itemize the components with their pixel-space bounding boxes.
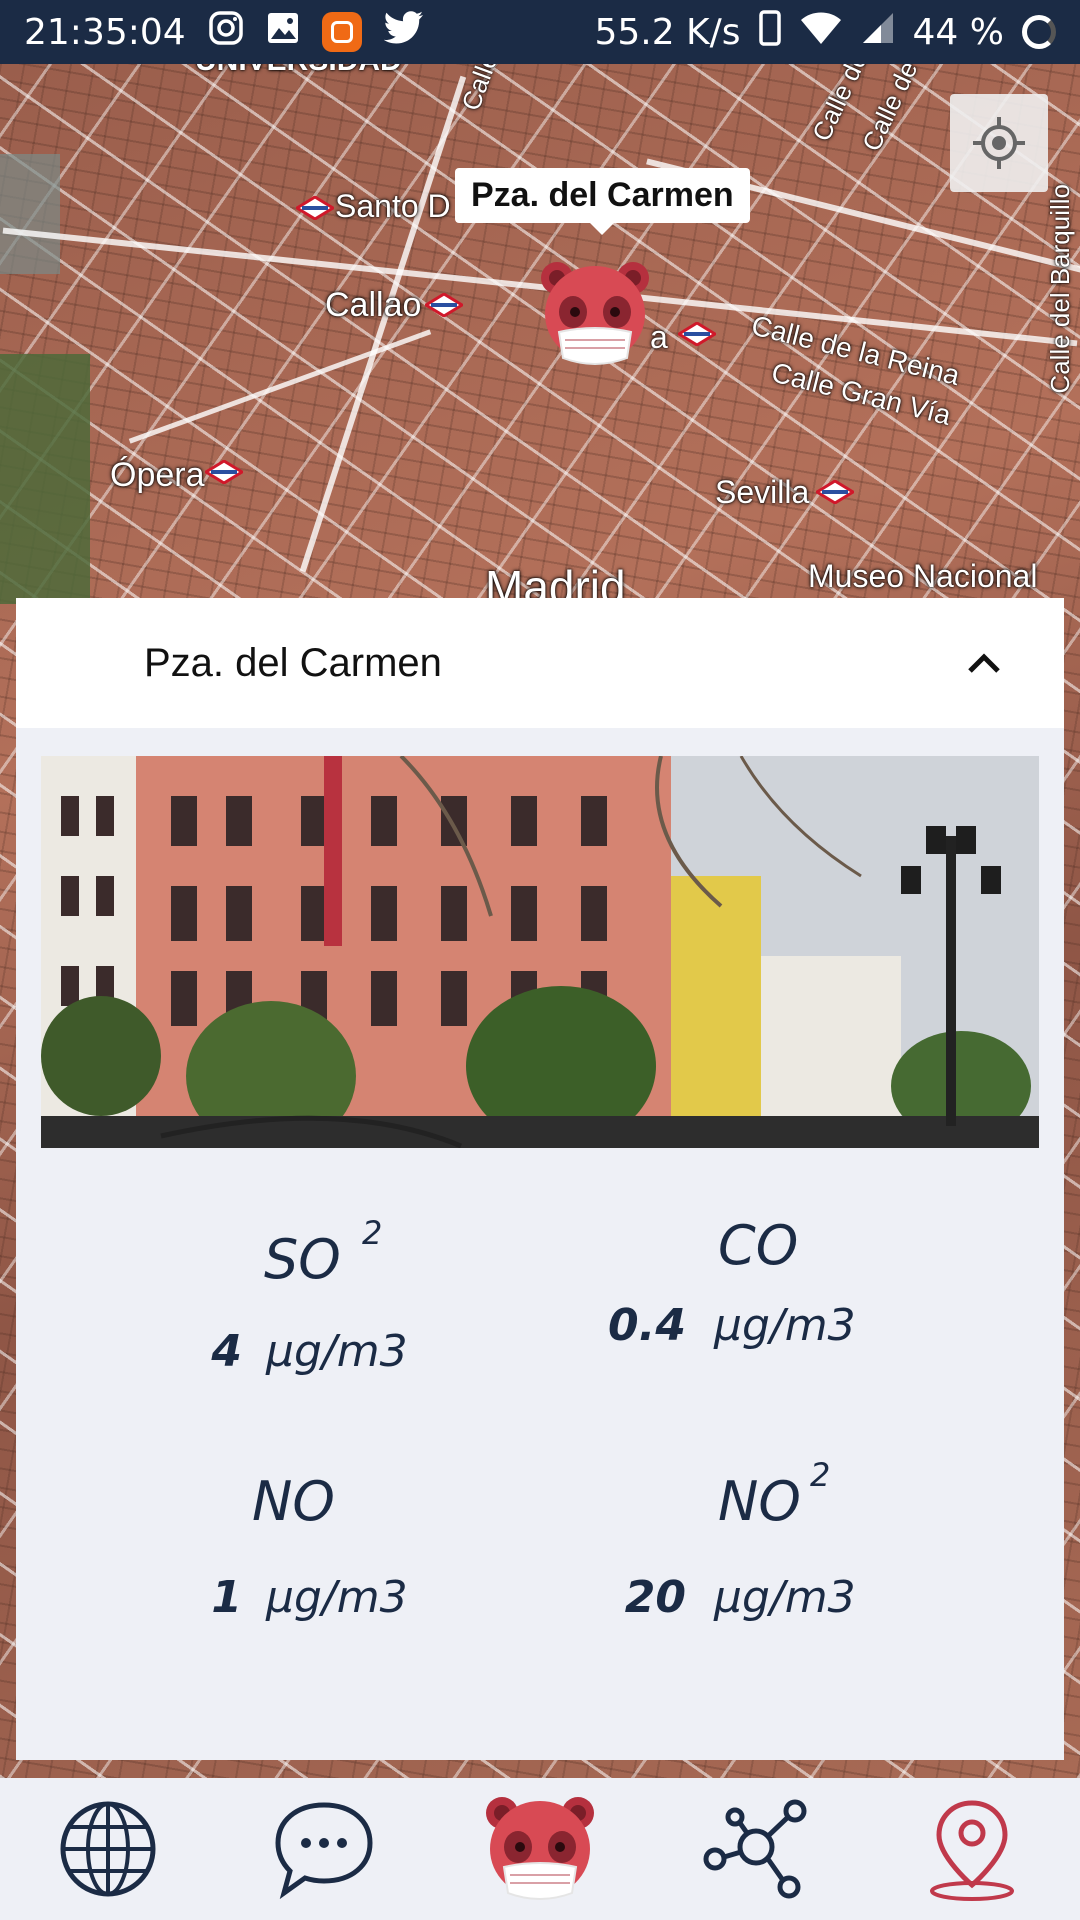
crosshair-icon xyxy=(973,117,1025,169)
nav-chat[interactable] xyxy=(264,1789,384,1909)
metric-unit: μg/m3 xyxy=(266,1326,408,1377)
metro-icon xyxy=(203,459,245,485)
metro-icon xyxy=(676,321,718,347)
metric-unit: μg/m3 xyxy=(714,1572,856,1623)
metric-subscript: 2 xyxy=(362,1214,383,1252)
bear-mascot-icon xyxy=(486,1797,594,1900)
wifi-icon xyxy=(799,11,843,54)
metric-name: SO xyxy=(264,1228,341,1291)
signal-icon xyxy=(861,11,895,54)
station-marker[interactable] xyxy=(535,254,655,374)
instagram-icon xyxy=(208,10,244,55)
pollutant-grid: SO 2 4 μg/m3 CO 0.4 μg/m3 NO 1 μg/m3 NO … xyxy=(16,1198,1064,1718)
metric-no: NO 1 μg/m3 xyxy=(176,1470,476,1670)
chevron-up-icon[interactable] xyxy=(964,643,1004,683)
metric-no2: NO 2 20 μg/m3 xyxy=(625,1456,926,1660)
nav-network[interactable] xyxy=(696,1789,816,1909)
gallery-icon xyxy=(266,11,300,54)
metric-value: 0.4 xyxy=(608,1300,686,1351)
clock: 21:35:04 xyxy=(24,11,186,53)
map-label-opera: Ópera xyxy=(110,456,205,494)
metric-name: NO xyxy=(252,1470,335,1533)
metric-value: 20 xyxy=(624,1572,686,1623)
metric-co: CO 0.4 μg/m3 xyxy=(608,1214,926,1414)
map-road xyxy=(128,329,432,444)
panel-header[interactable]: Pza. del Carmen xyxy=(16,598,1064,728)
map-label-museo: Museo Nacional xyxy=(808,558,1038,594)
globe-icon xyxy=(60,1801,156,1897)
nav-globe[interactable] xyxy=(48,1789,168,1909)
metro-icon xyxy=(423,292,465,318)
metric-unit: μg/m3 xyxy=(714,1300,856,1351)
station-title: Pza. del Carmen xyxy=(144,640,442,685)
station-photo xyxy=(41,756,1039,1148)
marker-callout[interactable]: Pza. del Carmen xyxy=(455,168,750,235)
metric-value: 4 xyxy=(211,1326,242,1377)
bear-marker-icon xyxy=(541,262,649,365)
network-speed: 55.2 K/s xyxy=(594,11,741,53)
metric-subscript: 2 xyxy=(810,1456,831,1494)
metric-name: NO xyxy=(718,1470,801,1533)
map-label-sevilla: Sevilla xyxy=(715,474,810,510)
map-plaza xyxy=(0,154,60,274)
map-label-calle-de-2: Calle de xyxy=(855,64,924,156)
metro-icon xyxy=(814,479,856,505)
map-label-santo-domingo: Santo D xyxy=(335,188,451,224)
nav-home[interactable] xyxy=(480,1789,600,1909)
my-location-button[interactable] xyxy=(950,94,1048,192)
station-panel: Pza. del Carmen SO 2 4 μg/m3 CO 0.4 μg/m… xyxy=(16,598,1064,1760)
chat-icon xyxy=(275,1802,373,1899)
metric-name: CO xyxy=(718,1214,799,1277)
bottom-nav xyxy=(0,1778,1080,1920)
metric-unit: μg/m3 xyxy=(266,1572,408,1623)
status-bar: 21:35:04 55.2 K/s 44 % xyxy=(0,0,1080,64)
map-park xyxy=(0,354,90,604)
location-pin-icon xyxy=(930,1800,1014,1901)
battery-icon xyxy=(1022,15,1056,49)
network-icon xyxy=(703,1799,807,1899)
map-label-universidad: UNIVERSIDAD xyxy=(195,64,402,78)
nav-location[interactable] xyxy=(912,1789,1032,1909)
map-label-calle-barquillo: Calle del Barquillo xyxy=(1045,184,1075,394)
phone-icon xyxy=(758,9,781,55)
mi-app-icon xyxy=(321,12,362,52)
metric-value: 1 xyxy=(211,1572,242,1623)
map-label-calle: Calle xyxy=(455,64,504,115)
twitter-icon xyxy=(383,10,424,54)
battery-text: 44 % xyxy=(912,11,1004,53)
map-label-callao: Callao xyxy=(325,286,422,324)
metric-so2: SO 2 4 μg/m3 xyxy=(176,1214,476,1414)
metro-icon xyxy=(294,195,336,221)
